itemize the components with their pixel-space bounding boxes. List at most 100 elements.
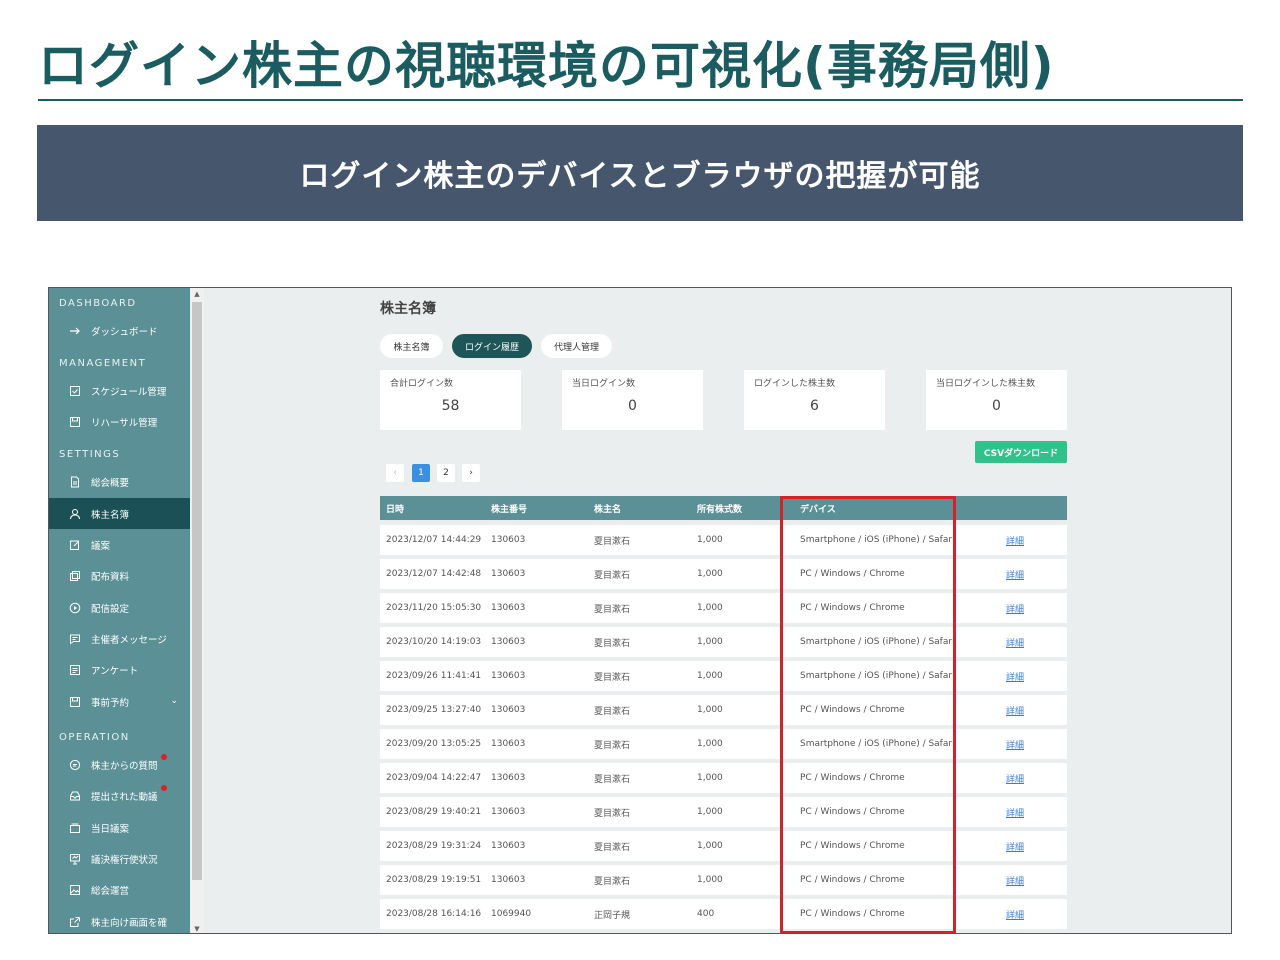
detail-link[interactable]: 詳細 xyxy=(1006,865,1024,895)
sidebar-item-voting-status[interactable]: 議決権行使状況 xyxy=(49,843,190,874)
sidebar-item-overview[interactable]: 総会概要 xyxy=(49,466,190,497)
sidebar-item-shareholders[interactable]: 株主名簿 xyxy=(49,498,190,529)
pagination-page-1[interactable]: 1 xyxy=(412,464,430,482)
column-header-shareholder-name: 株主名 xyxy=(594,504,622,515)
detail-link[interactable]: 詳細 xyxy=(1006,661,1024,691)
cell-shares: 1,000 xyxy=(697,569,723,579)
sidebar-item-shareholder-view[interactable]: 株主向け画面を確 xyxy=(49,906,190,933)
cell-device: Smartphone / iOS (iPhone) / Safari xyxy=(800,637,955,647)
table-row: 2023/09/26 11:41:41 130603 夏目漱石 1,000 Smartp… xyxy=(380,661,1067,691)
sidebar-item-label: 配布資料 xyxy=(91,571,130,583)
cell-device: PC / Windows / Chrome xyxy=(800,569,905,579)
sidebar-item-label: 株主名簿 xyxy=(91,509,130,521)
cell-shareholder-number: 130603 xyxy=(491,535,526,545)
sidebar-item-dashboard[interactable]: ダッシュボード xyxy=(49,315,190,346)
sidebar-item-label: 総会概要 xyxy=(91,477,130,489)
sidebar-item-label: 主催者メッセージ xyxy=(91,634,167,646)
cell-shareholder-number: 1069940 xyxy=(491,909,532,919)
cell-shares: 1,000 xyxy=(697,841,723,851)
cell-shareholder-name: 夏目漱石 xyxy=(594,774,631,785)
cell-shareholder-name: 夏目漱石 xyxy=(594,740,631,751)
stat-value: 0 xyxy=(628,398,637,414)
list-icon xyxy=(69,664,81,676)
notification-dot xyxy=(161,754,167,760)
csv-download-button[interactable]: CSVダウンロード xyxy=(975,441,1067,463)
cell-shareholder-number: 130603 xyxy=(491,739,526,749)
arrow-right-icon xyxy=(69,325,81,337)
cell-device: PC / Windows / Chrome xyxy=(800,875,905,885)
cell-datetime: 2023/09/04 14:22:47 xyxy=(386,773,482,783)
detail-link[interactable]: 詳細 xyxy=(1006,627,1024,657)
scroll-thumb[interactable] xyxy=(192,302,202,880)
sidebar-item-label: ダッシュボード xyxy=(91,326,158,338)
table-row: 2023/09/20 13:05:25 130603 夏目漱石 1,000 Smartp… xyxy=(380,729,1067,759)
sidebar: DASHBOARD MANAGEMENT SETTINGS OPERATION … xyxy=(49,288,190,933)
detail-link[interactable]: 詳細 xyxy=(1006,593,1024,623)
sidebar-item-day-proposals[interactable]: 当日議案 xyxy=(49,812,190,843)
cell-shareholder-number: 130603 xyxy=(491,705,526,715)
sidebar-item-streaming[interactable]: 配信設定 xyxy=(49,592,190,623)
sidebar-item-organizer-message[interactable]: 主催者メッセージ xyxy=(49,623,190,654)
table-row: 2023/09/04 14:22:47 130603 夏目漱石 1,000 PC / W… xyxy=(380,763,1067,793)
sidebar-item-label: 総会運営 xyxy=(91,885,130,897)
edit-icon xyxy=(69,539,81,551)
cell-shares: 400 xyxy=(697,909,715,919)
tab-login-history[interactable]: ログイン履歴 xyxy=(452,334,532,358)
scroll-down-arrow-icon[interactable]: ▼ xyxy=(190,923,204,933)
inbox-icon xyxy=(69,790,81,802)
sidebar-item-rehearsal[interactable]: リハーサル管理 xyxy=(49,406,190,437)
sidebar-item-meeting-operation[interactable]: 総会運営 xyxy=(49,874,190,905)
tab-proxy-management[interactable]: 代理人管理 xyxy=(541,334,612,358)
sidebar-section-operation: OPERATION xyxy=(59,732,130,743)
pagination-prev-icon[interactable]: ‹ xyxy=(386,464,404,482)
sidebar-item-questions[interactable]: 株主からの質問 xyxy=(49,749,190,780)
stat-card-total-logins: 合計ログイン数 58 xyxy=(380,370,521,430)
cell-shares: 1,000 xyxy=(697,705,723,715)
cell-datetime: 2023/08/28 16:14:16 xyxy=(386,909,482,919)
cell-shareholder-name: 夏目漱石 xyxy=(594,638,631,649)
detail-link[interactable]: 詳細 xyxy=(1006,525,1024,555)
sidebar-item-survey[interactable]: アンケート xyxy=(49,654,190,685)
detail-link[interactable]: 詳細 xyxy=(1006,797,1024,827)
cell-shareholder-number: 130603 xyxy=(491,569,526,579)
image-icon xyxy=(69,884,81,896)
sidebar-item-motions[interactable]: 提出された動議 xyxy=(49,780,190,811)
cell-datetime: 2023/12/07 14:44:29 xyxy=(386,535,482,545)
cell-shares: 1,000 xyxy=(697,671,723,681)
sidebar-item-preregistration[interactable]: 事前予約 ⌄ xyxy=(49,686,190,717)
stat-card-today-logged-in-shareholders: 当日ログインした株主数 0 xyxy=(926,370,1067,430)
cell-datetime: 2023/08/29 19:31:24 xyxy=(386,841,482,851)
pagination-next-icon[interactable]: › xyxy=(462,464,480,482)
cell-shareholder-number: 130603 xyxy=(491,841,526,851)
detail-link[interactable]: 詳細 xyxy=(1006,899,1024,929)
stat-label: 当日ログインした株主数 xyxy=(936,379,1036,389)
message-icon xyxy=(69,633,81,645)
cell-shareholder-name: 正岡子規 xyxy=(594,910,631,921)
detail-link[interactable]: 詳細 xyxy=(1006,831,1024,861)
cell-device: Smartphone / iOS (iPhone) / Safari xyxy=(800,535,955,545)
detail-link[interactable]: 詳細 xyxy=(1006,559,1024,589)
sidebar-item-proposals[interactable]: 議案 xyxy=(49,529,190,560)
table-row: 2023/08/29 19:19:51 130603 夏目漱石 1,000 PC / W… xyxy=(380,865,1067,895)
cell-shareholder-number: 130603 xyxy=(491,637,526,647)
tab-shareholder-list[interactable]: 株主名簿 xyxy=(380,334,443,358)
scroll-up-arrow-icon[interactable]: ▲ xyxy=(190,288,204,300)
detail-link[interactable]: 詳細 xyxy=(1006,763,1024,793)
notification-dot xyxy=(161,785,167,791)
pagination-page-2[interactable]: 2 xyxy=(437,464,455,482)
detail-link[interactable]: 詳細 xyxy=(1006,695,1024,725)
title-divider xyxy=(38,99,1243,101)
detail-link[interactable]: 詳細 xyxy=(1006,729,1024,759)
sidebar-item-label: 提出された動議 xyxy=(91,791,158,803)
cell-device: PC / Windows / Chrome xyxy=(800,705,905,715)
save-icon xyxy=(69,696,81,708)
sidebar-item-materials[interactable]: 配布資料 xyxy=(49,560,190,591)
cell-datetime: 2023/11/20 15:05:30 xyxy=(386,603,482,613)
external-icon xyxy=(69,916,81,928)
cell-datetime: 2023/12/07 14:42:48 xyxy=(386,569,482,579)
sidebar-item-schedule[interactable]: スケジュール管理 xyxy=(49,375,190,406)
sidebar-scrollbar[interactable]: ▲ ▼ xyxy=(190,288,204,933)
banner: ログイン株主のデバイスとブラウザの把握が可能 xyxy=(37,125,1243,221)
sidebar-item-label: スケジュール管理 xyxy=(91,386,167,398)
sidebar-item-label: 配信設定 xyxy=(91,603,130,615)
